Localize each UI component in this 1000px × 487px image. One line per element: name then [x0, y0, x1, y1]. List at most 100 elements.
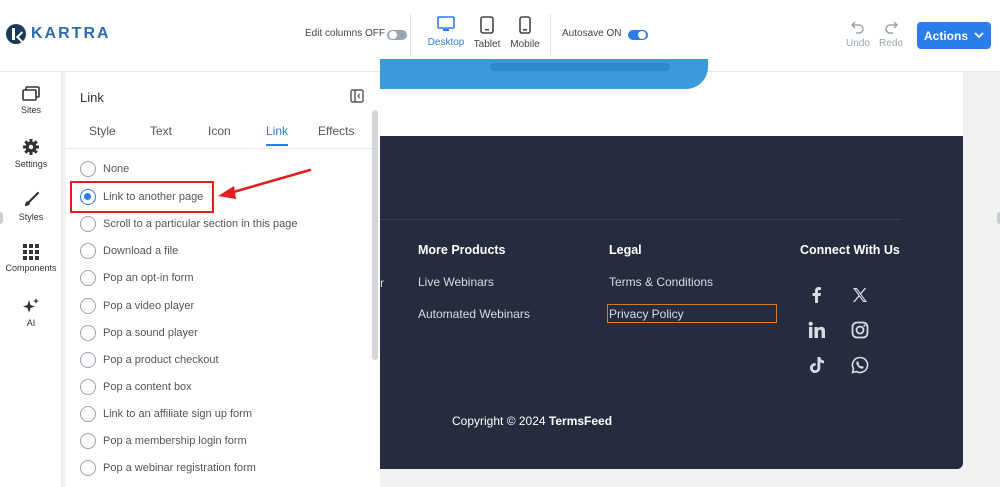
radio-button[interactable] [80, 406, 96, 422]
radio-button[interactable] [80, 325, 96, 341]
radio-button[interactable] [80, 298, 96, 314]
rail-label: Components [5, 263, 57, 273]
tab-link[interactable]: Link [266, 124, 289, 146]
footer-link-live-webinars[interactable]: Live Webinars [418, 275, 494, 289]
link-option-webinar-registration[interactable]: Pop a webinar registration form [80, 459, 256, 477]
link-settings-panel: Link Style Text Icon Link Effects None L… [66, 72, 380, 487]
brush-icon [25, 191, 40, 206]
radio-button[interactable] [80, 270, 96, 286]
x-icon[interactable] [851, 286, 869, 304]
radio-button[interactable] [80, 460, 96, 476]
rail-item-styles[interactable]: Styles [0, 191, 62, 222]
linkedin-icon[interactable] [808, 321, 826, 339]
undo-label: Undo [846, 38, 870, 49]
device-label: Desktop [427, 37, 465, 48]
redo-button[interactable]: Redo [876, 20, 906, 49]
device-desktop-button[interactable]: Desktop [424, 16, 468, 48]
panel-scrollbar[interactable] [372, 110, 378, 360]
actions-button[interactable]: Actions [917, 22, 991, 49]
undo-icon [851, 21, 864, 34]
edit-columns-label: Edit columns OFF [305, 28, 386, 39]
resize-handle-left[interactable] [0, 212, 3, 224]
option-label: Pop a product checkout [103, 354, 219, 366]
annotation-highlight-box [70, 181, 214, 213]
link-option-download-file[interactable]: Download a file [80, 242, 178, 260]
option-label: Pop an opt-in form [103, 272, 194, 284]
option-label: None [103, 163, 130, 175]
facebook-icon[interactable] [808, 286, 826, 304]
radio-button[interactable] [80, 352, 96, 368]
footer-heading-legal: Legal [609, 243, 642, 257]
footer-link-automated-webinars[interactable]: Automated Webinars [418, 307, 530, 321]
tablet-icon [480, 16, 494, 34]
autosave-label: Autosave ON [562, 28, 622, 39]
gear-icon [23, 139, 39, 155]
footer-heading-connect: Connect With Us [800, 243, 900, 257]
device-label: Mobile [510, 39, 540, 50]
link-option-content-box[interactable]: Pop a content box [80, 378, 192, 396]
tabs-divider [66, 148, 372, 149]
device-mobile-button[interactable]: Mobile [503, 16, 547, 50]
mobile-icon [519, 16, 531, 34]
option-label: Download a file [103, 245, 179, 257]
link-option-video-player[interactable]: Pop a video player [80, 297, 194, 315]
desktop-icon [437, 16, 455, 31]
undo-button[interactable]: Undo [843, 20, 873, 49]
link-option-none[interactable]: None [80, 160, 129, 178]
option-label: Pop a sound player [103, 327, 198, 339]
tab-icon[interactable]: Icon [208, 124, 231, 138]
toggle-knob [638, 31, 646, 39]
kartra-logo-icon [6, 24, 26, 44]
link-option-affiliate-signup[interactable]: Link to an affiliate sign up form [80, 405, 252, 423]
option-label: Pop a webinar registration form [103, 462, 256, 474]
footer-link-privacy-policy[interactable]: Privacy Policy [609, 307, 684, 321]
cropped-text-edge: r [380, 276, 384, 290]
left-rail: Sites Settings Styles Components AI [0, 72, 62, 487]
tab-text[interactable]: Text [150, 124, 172, 138]
radio-button[interactable] [80, 243, 96, 259]
link-option-product-checkout[interactable]: Pop a product checkout [80, 351, 219, 369]
divider [550, 14, 551, 56]
logo-text: KARTRA [31, 25, 111, 42]
whatsapp-icon[interactable] [851, 356, 869, 374]
rail-label: Styles [18, 212, 44, 222]
kartra-logo[interactable]: KARTRA [6, 24, 111, 44]
chevron-down-icon [974, 32, 984, 39]
link-option-membership-login[interactable]: Pop a membership login form [80, 432, 247, 450]
panel-title: Link [80, 90, 104, 105]
footer-heading-more-products: More Products [418, 243, 506, 257]
redo-label: Redo [879, 38, 903, 49]
rail-item-ai[interactable]: AI [0, 297, 62, 328]
radio-button[interactable] [80, 161, 96, 177]
instagram-icon[interactable] [851, 321, 869, 339]
rail-item-sites[interactable]: Sites [0, 86, 62, 115]
sparkle-icon [23, 298, 39, 313]
panel-tabs: Style Text Icon Link Effects [66, 124, 366, 148]
tab-effects[interactable]: Effects [318, 124, 354, 138]
option-label: Scroll to a particular section in this p… [103, 218, 298, 230]
cta-button-partial[interactable] [380, 59, 708, 89]
copyright-brand: TermsFeed [548, 414, 613, 428]
link-option-sound-player[interactable]: Pop a sound player [80, 324, 198, 342]
rail-label: Sites [20, 105, 41, 115]
rail-item-components[interactable]: Components [0, 244, 62, 273]
radio-button[interactable] [80, 379, 96, 395]
footer-link-terms[interactable]: Terms & Conditions [609, 275, 713, 289]
option-label: Pop a membership login form [103, 435, 247, 447]
rail-label: Settings [14, 159, 48, 169]
edit-columns-toggle[interactable] [387, 30, 407, 40]
sites-icon [22, 86, 40, 101]
option-label: Link to an affiliate sign up form [103, 408, 252, 420]
tiktok-icon[interactable] [808, 356, 826, 374]
copyright-text: Copyright © 2024 [452, 414, 549, 428]
rail-item-settings[interactable]: Settings [0, 138, 62, 169]
link-option-scroll-section[interactable]: Scroll to a particular section in this p… [80, 215, 297, 233]
radio-button[interactable] [80, 433, 96, 449]
autosave-toggle[interactable] [628, 30, 648, 40]
annotation-arrow-icon [218, 168, 312, 199]
tab-style[interactable]: Style [89, 124, 116, 138]
divider [410, 14, 411, 56]
link-option-optin-form[interactable]: Pop an opt-in form [80, 269, 194, 287]
radio-button[interactable] [80, 216, 96, 232]
collapse-panel-icon[interactable] [350, 89, 364, 103]
